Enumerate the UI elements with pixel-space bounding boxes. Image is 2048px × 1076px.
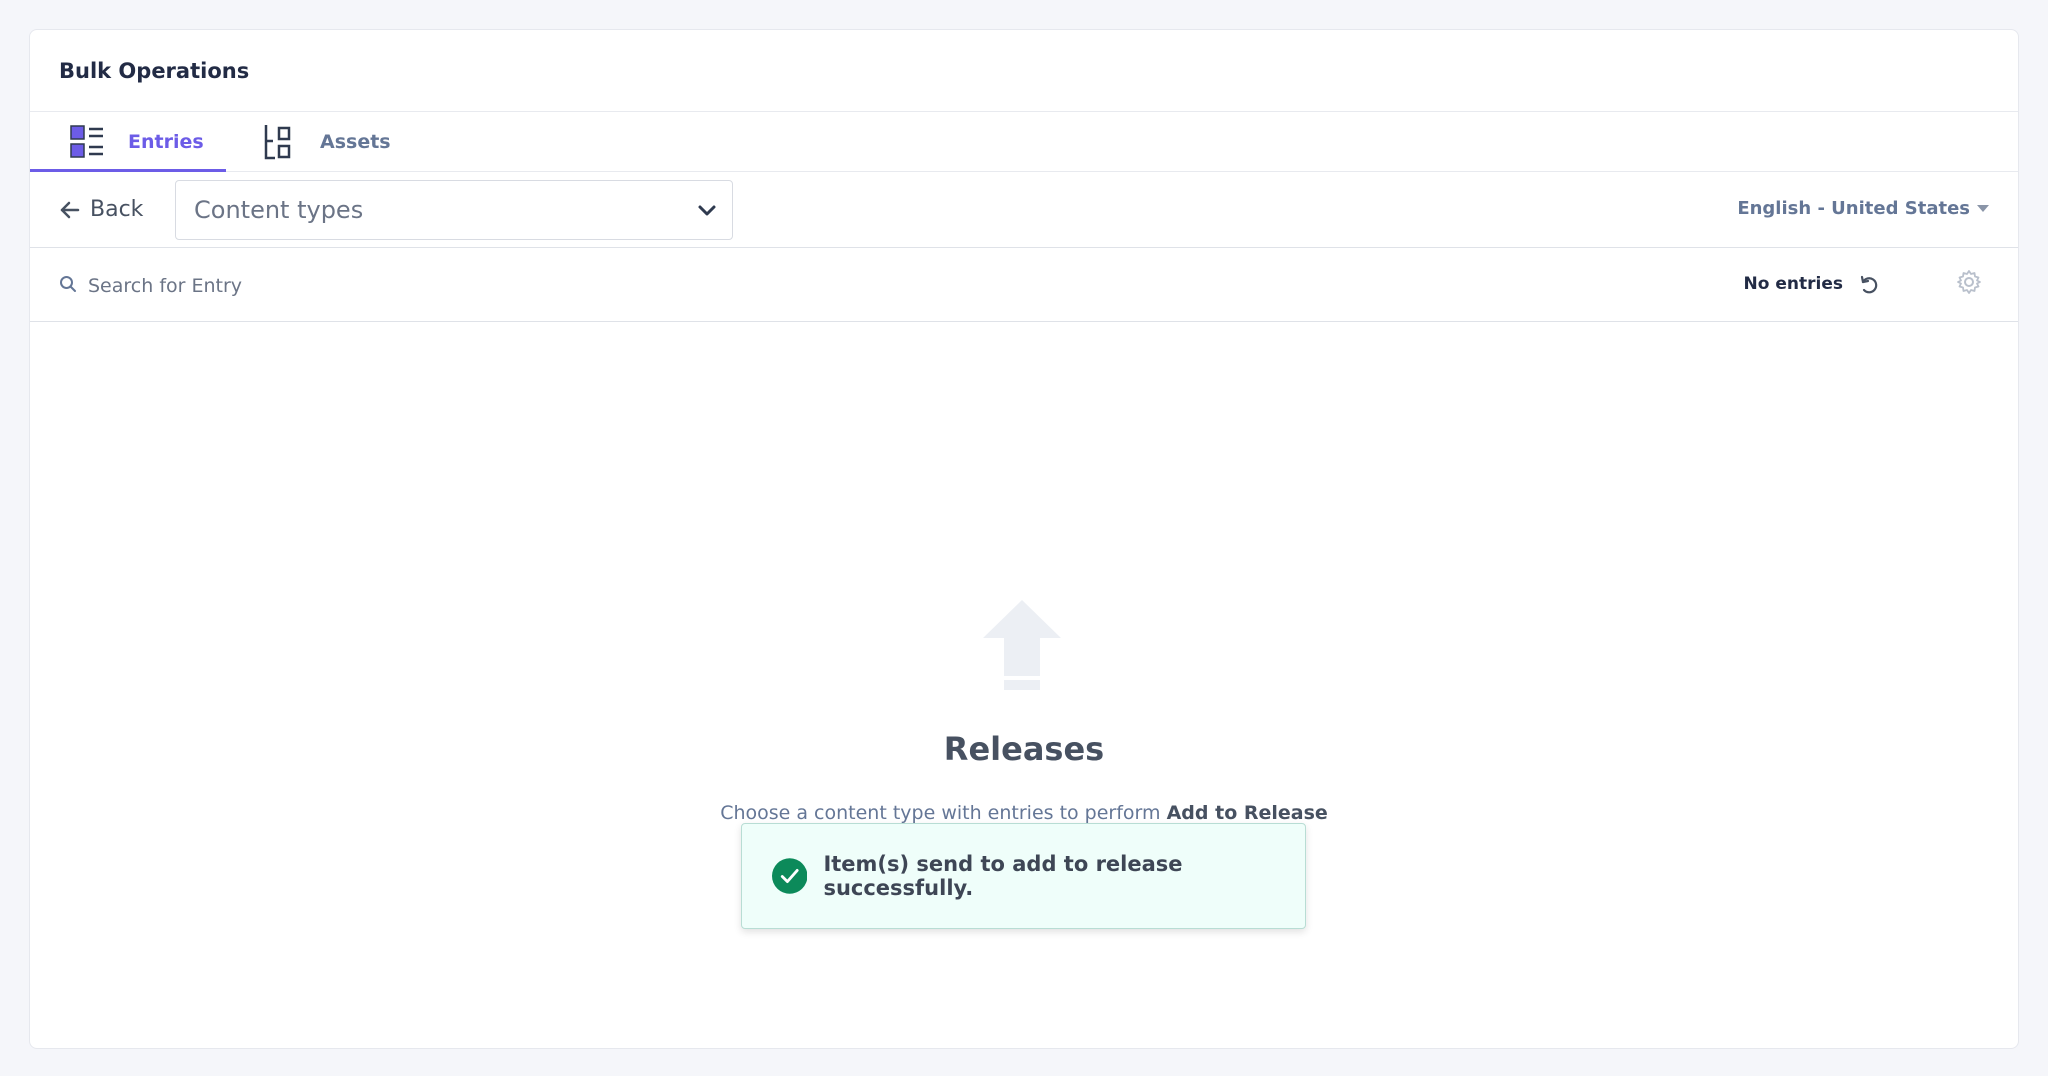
locale-label: English - United States: [1737, 198, 1970, 219]
success-toast: Item(s) send to add to release successfu…: [741, 823, 1306, 929]
chevron-down-icon: [698, 205, 716, 216]
empty-state-description-text: Choose a content type with entries to pe…: [720, 802, 1167, 824]
search-icon: [60, 276, 76, 292]
panel-header: Bulk Operations: [30, 30, 2018, 112]
tab-assets[interactable]: Assets: [226, 112, 419, 171]
tab-bar: Entries Assets: [30, 112, 2018, 172]
empty-state-description-action: Add to Release: [1166, 802, 1328, 824]
empty-state-description: Choose a content type with entries to pe…: [30, 802, 2018, 824]
tab-assets-label: Assets: [320, 130, 391, 153]
entries-count: No entries: [1743, 274, 1843, 294]
back-button[interactable]: Back: [60, 197, 143, 222]
page-title: Bulk Operations: [59, 58, 250, 83]
arrow-left-icon: [60, 201, 80, 218]
toolbar: Back Content types English - United Stat…: [30, 172, 2018, 248]
search-bar: No entries: [30, 248, 2018, 322]
assets-icon: [260, 124, 296, 160]
tab-entries[interactable]: Entries: [30, 112, 226, 172]
bulk-operations-panel: Bulk Operations Entries Assets Back Cont…: [29, 29, 2019, 1049]
empty-state-title: Releases: [943, 730, 1105, 768]
upload-arrow-icon: [983, 600, 1061, 690]
refresh-icon[interactable]: [1858, 274, 1880, 296]
check-circle-icon: [772, 858, 808, 894]
gear-icon[interactable]: [1956, 269, 1982, 295]
back-label: Back: [90, 197, 144, 222]
toast-message: Item(s) send to add to release successfu…: [823, 852, 1183, 900]
caret-down-icon: [1977, 204, 1989, 212]
entries-list-icon: [70, 124, 104, 160]
content-types-value: Content types: [194, 196, 364, 224]
content-types-select[interactable]: Content types: [175, 180, 733, 240]
tab-entries-label: Entries: [128, 130, 204, 153]
locale-dropdown[interactable]: English - United States: [1737, 198, 1990, 219]
search-input[interactable]: [86, 266, 790, 306]
